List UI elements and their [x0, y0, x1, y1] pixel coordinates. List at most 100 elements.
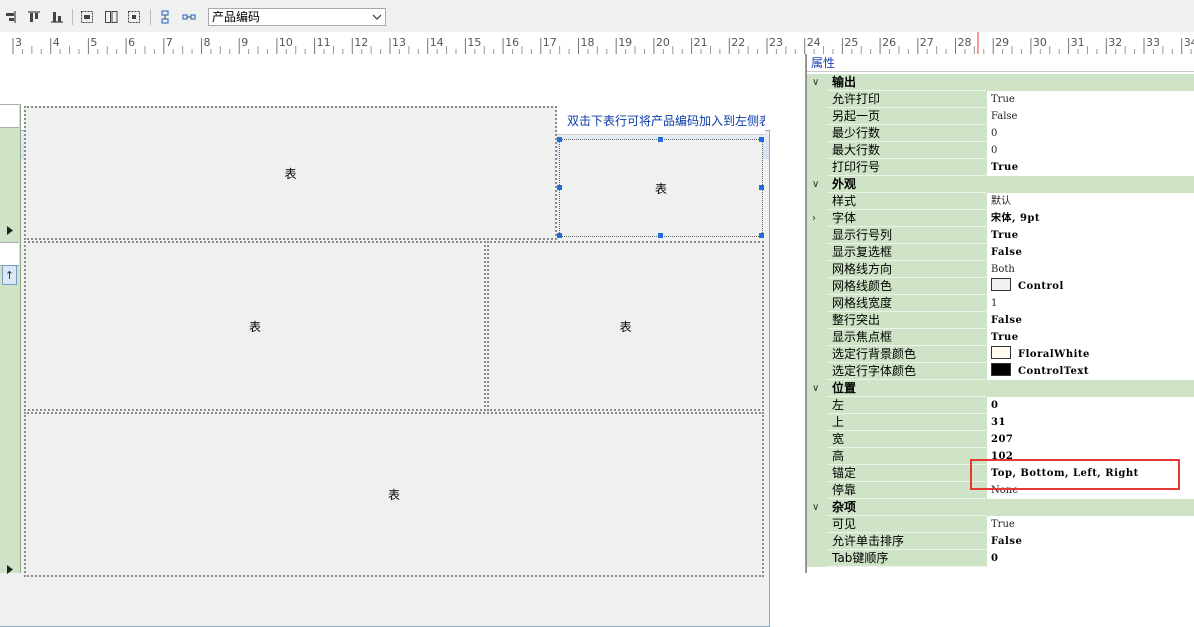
property-category[interactable]: ∨ 位置 [807, 380, 1194, 397]
chevron-down-icon[interactable] [369, 9, 385, 25]
property-value[interactable]: 0 [986, 125, 1194, 142]
collapse-chevron-icon[interactable]: ∨ [812, 499, 819, 516]
expand-arrow-icon[interactable] [7, 226, 13, 235]
property-name: 选定行背景颜色 [827, 346, 986, 363]
property-row[interactable]: 显示行号列 True [807, 227, 1194, 244]
property-row[interactable]: 左0 [807, 397, 1194, 414]
same-size-icon[interactable] [79, 9, 95, 25]
property-value[interactable]: 1 [986, 295, 1194, 312]
property-value[interactable]: 31 [986, 414, 1194, 431]
resize-handle[interactable] [557, 137, 562, 142]
vertical-spacing-icon[interactable] [157, 9, 173, 25]
property-value[interactable]: ControlText [986, 363, 1194, 380]
property-value[interactable]: False [986, 108, 1194, 125]
resize-handle[interactable] [658, 233, 663, 238]
property-row[interactable]: 选定行背景颜色 FloralWhite [807, 346, 1194, 363]
ruler-label: 34 [1183, 36, 1194, 49]
collapse-chevron-icon[interactable]: ∨ [812, 74, 819, 91]
property-gutter [807, 295, 827, 312]
property-row[interactable]: 整行突出 False [807, 312, 1194, 329]
property-value[interactable]: 0 [986, 142, 1194, 159]
ruler-label: 28 [957, 36, 972, 49]
property-row[interactable]: 选定行字体颜色 ControlText [807, 363, 1194, 380]
property-value[interactable]: True [986, 516, 1194, 533]
property-value[interactable]: 207 [986, 431, 1194, 448]
strip-row [0, 242, 19, 266]
left-dock-strip: ↑ [0, 104, 21, 574]
property-value[interactable]: True [986, 329, 1194, 346]
table-panel-bottom[interactable]: 表 [24, 412, 764, 577]
property-row[interactable]: 显示焦点框 True [807, 329, 1194, 346]
center-icon[interactable] [126, 9, 142, 25]
ruler-label: 31 [1070, 36, 1085, 49]
property-row[interactable]: Tab键顺序 0 [807, 550, 1194, 567]
property-row[interactable]: 可见 True [807, 516, 1194, 533]
property-row[interactable]: 最大行数 0 [807, 142, 1194, 159]
field-combo[interactable]: 产品编码 [208, 8, 386, 26]
property-row[interactable]: › 字体 宋体, 9pt [807, 210, 1194, 227]
property-value-text: True [991, 519, 1015, 530]
property-gutter [807, 125, 827, 142]
collapse-chevron-icon[interactable]: ∨ [812, 380, 819, 397]
property-row[interactable]: 网格线方向 Both [807, 261, 1194, 278]
resize-handle[interactable] [759, 185, 764, 190]
property-value[interactable]: 宋体, 9pt [986, 210, 1194, 227]
property-row[interactable]: 显示复选框 False [807, 244, 1194, 261]
category-fill [986, 499, 1194, 516]
property-value[interactable]: Control [986, 278, 1194, 295]
ruler-label: 8 [203, 36, 211, 49]
property-name: 允许打印 [827, 91, 986, 108]
table-panel-middle-right[interactable]: 表 [487, 241, 764, 411]
resize-handle[interactable] [658, 137, 663, 142]
property-value[interactable]: FloralWhite [986, 346, 1194, 363]
property-row[interactable]: 允许单击排序 False [807, 533, 1194, 550]
ruler-ticks [12, 32, 1192, 54]
property-value[interactable]: True [986, 91, 1194, 108]
align-bottom-icon[interactable] [49, 9, 65, 25]
property-value[interactable]: False [986, 533, 1194, 550]
property-value-text: False [991, 315, 1023, 326]
align-right-icon[interactable] [2, 9, 18, 25]
property-value[interactable]: Both [986, 261, 1194, 278]
table-panel-top-left[interactable]: 表 [24, 106, 557, 240]
property-row[interactable]: 样式 默认 [807, 193, 1194, 210]
resize-handle[interactable] [759, 233, 764, 238]
expand-chevron-icon[interactable]: › [812, 210, 816, 227]
ruler-label: 4 [52, 36, 60, 49]
table-panel-selected[interactable]: 表 [559, 139, 763, 237]
ruler-label: 9 [241, 36, 249, 49]
property-row[interactable]: 上 31 [807, 414, 1194, 431]
align-top-icon[interactable] [26, 9, 42, 25]
property-value[interactable]: 0 [986, 397, 1194, 414]
property-name: 上 [827, 414, 986, 431]
property-category[interactable]: ∨ 输出 [807, 74, 1194, 91]
resize-handle[interactable] [759, 137, 764, 142]
same-width-icon[interactable] [103, 9, 119, 25]
property-row[interactable]: 最少行数 0 [807, 125, 1194, 142]
property-row[interactable]: 网格线颜色 Control [807, 278, 1194, 295]
property-value[interactable]: False [986, 244, 1194, 261]
property-value[interactable]: 0 [986, 550, 1194, 567]
property-row[interactable]: 宽 207 [807, 431, 1194, 448]
property-row[interactable]: 允许打印 True [807, 91, 1194, 108]
property-row[interactable]: 另起一页 False [807, 108, 1194, 125]
property-row[interactable]: 打印行号 True [807, 159, 1194, 176]
property-value[interactable]: True [986, 159, 1194, 176]
property-category[interactable]: ∨ 杂项 [807, 499, 1194, 516]
property-value-text: 1 [991, 298, 998, 309]
property-value[interactable]: False [986, 312, 1194, 329]
property-row[interactable]: 网格线宽度 1 [807, 295, 1194, 312]
resize-handle[interactable] [557, 233, 562, 238]
collapse-chevron-icon[interactable]: ∨ [812, 176, 819, 193]
category-fill [986, 176, 1194, 193]
property-category[interactable]: ∨ 外观 [807, 176, 1194, 193]
resize-handle[interactable] [557, 185, 562, 190]
property-value[interactable]: True [986, 227, 1194, 244]
property-name: 样式 [827, 193, 986, 210]
sort-up-button[interactable]: ↑ [2, 265, 17, 285]
property-name: 选定行字体颜色 [827, 363, 986, 380]
property-value[interactable]: 默认 [986, 193, 1194, 210]
property-gutter [807, 448, 827, 465]
horizontal-spacing-icon[interactable] [181, 9, 197, 25]
table-panel-middle-left[interactable]: 表 [24, 241, 486, 411]
